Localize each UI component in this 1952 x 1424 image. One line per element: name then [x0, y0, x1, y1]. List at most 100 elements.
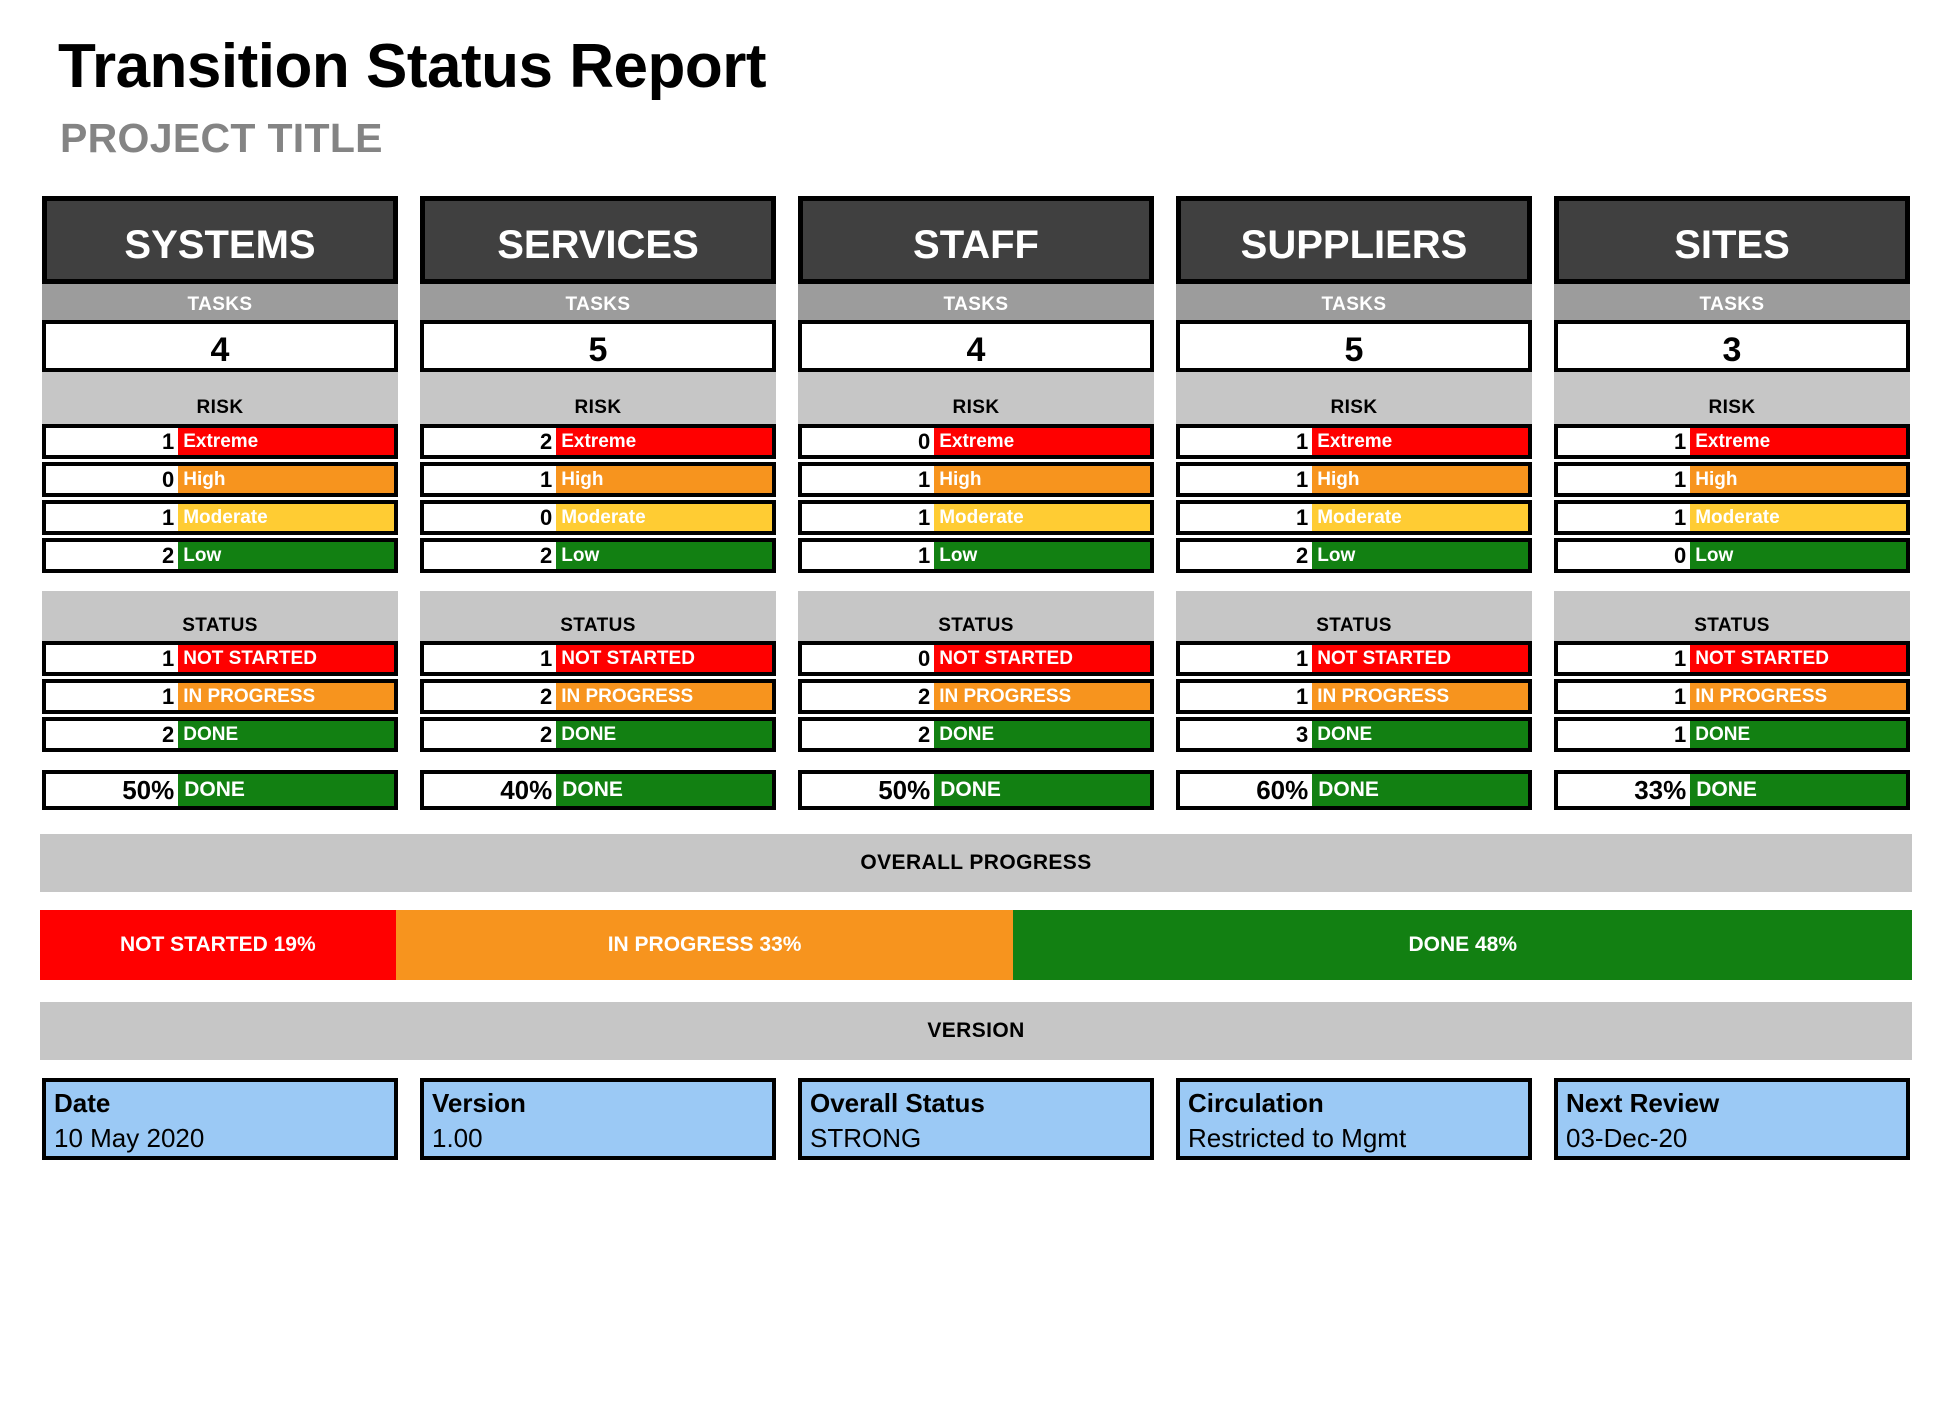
risk-label: High: [1312, 466, 1528, 494]
risk-band-systems: RISK: [42, 372, 398, 425]
footer-label: Date: [54, 1088, 111, 1119]
status-row-systems-not-started: 1 NOT STARTED: [42, 641, 398, 677]
risk-label: Low: [178, 542, 394, 570]
risk-count: 1: [1180, 466, 1313, 494]
status-count: 1: [46, 645, 179, 673]
risk-row-sites-moderate: 1 Moderate: [1554, 500, 1910, 536]
risk-row-systems-high: 0 High: [42, 462, 398, 498]
risk-label: Moderate: [934, 504, 1150, 532]
status-count: 2: [46, 721, 179, 749]
risk-row-staff-high: 1 High: [798, 462, 1154, 498]
risk-row-services-moderate: 0 Moderate: [420, 500, 776, 536]
risk-label: Extreme: [556, 428, 772, 456]
tasks-band-suppliers: TASKS: [1176, 284, 1532, 321]
status-column-services: SERVICES TASKS 5 RISK 2 Extreme 1 High 0 Moderate…: [420, 196, 776, 811]
status-label: DONE: [178, 721, 394, 749]
risk-count: 2: [424, 542, 557, 570]
risk-label: Extreme: [178, 428, 394, 456]
status-label: IN PROGRESS: [178, 683, 394, 711]
risk-count: 2: [1180, 542, 1313, 570]
status-column-systems: SYSTEMS TASKS 4 RISK 1 Extreme 0 High 1 Moderate 2…: [42, 196, 398, 811]
status-count: 2: [424, 683, 557, 711]
risk-label: Moderate: [1312, 504, 1528, 532]
risk-row-systems-extreme: 1 Extreme: [42, 424, 398, 460]
status-count: 2: [802, 721, 935, 749]
risk-label: Low: [1312, 542, 1528, 570]
status-label: DONE: [1312, 721, 1528, 749]
status-label: IN PROGRESS: [934, 683, 1150, 711]
status-row-sites-not-started: 1 NOT STARTED: [1554, 641, 1910, 677]
percent-done-value: 50%: [802, 774, 935, 807]
status-columns: SYSTEMS TASKS 4 RISK 1 Extreme 0 High 1 Moderate 2…: [40, 196, 1912, 811]
status-row-staff-not-started: 0 NOT STARTED: [798, 641, 1154, 677]
footer-value: Restricted to Mgmt: [1188, 1123, 1407, 1154]
risk-row-services-extreme: 2 Extreme: [420, 424, 776, 460]
percent-done-label: DONE: [1690, 774, 1906, 807]
risk-row-suppliers-moderate: 1 Moderate: [1176, 500, 1532, 536]
status-column-staff: STAFF TASKS 4 RISK 0 Extreme 1 High 1 Moderate 1 Lo…: [798, 196, 1154, 811]
risk-count: 1: [802, 466, 935, 494]
page-subtitle: PROJECT TITLE: [60, 115, 383, 162]
risk-count: 2: [46, 542, 179, 570]
overall-progress-label: OVERALL PROGRESS: [40, 834, 1912, 893]
percent-done-label: DONE: [1312, 774, 1528, 807]
progress-segment-2: DONE 48%: [1013, 910, 1913, 981]
status-label: NOT STARTED: [556, 645, 772, 673]
status-row-sites-in-progress: 1 IN PROGRESS: [1554, 679, 1910, 715]
tasks-band-systems: TASKS: [42, 284, 398, 321]
footer-value: 03-Dec-20: [1566, 1123, 1688, 1154]
risk-label: High: [934, 466, 1150, 494]
risk-band-suppliers: RISK: [1176, 372, 1532, 425]
status-row-suppliers-in-progress: 1 IN PROGRESS: [1176, 679, 1532, 715]
footer-box-version: Version 1.00: [420, 1078, 776, 1161]
risk-row-sites-high: 1 High: [1554, 462, 1910, 498]
percent-done-label: DONE: [556, 774, 772, 807]
status-label: NOT STARTED: [1312, 645, 1528, 673]
percent-done-row-services: 40% DONE: [420, 770, 776, 811]
risk-label: Low: [556, 542, 772, 570]
overall-progress-bar: NOT STARTED 19% IN PROGRESS 33% DONE 48%: [40, 910, 1913, 981]
status-count: 1: [1558, 683, 1691, 711]
status-report-page: Transition Status Report PROJECT TITLE S…: [0, 0, 1952, 1424]
title-block: Transition Status Report PROJECT TITLE: [40, 0, 1912, 162]
page-title: Transition Status Report: [58, 32, 766, 101]
status-label: IN PROGRESS: [556, 683, 772, 711]
risk-row-suppliers-high: 1 High: [1176, 462, 1532, 498]
risk-count: 1: [1180, 504, 1313, 532]
status-row-services-in-progress: 2 IN PROGRESS: [420, 679, 776, 715]
status-row-systems-done: 2 DONE: [42, 717, 398, 753]
risk-row-services-high: 1 High: [420, 462, 776, 498]
footer-value: 10 May 2020: [54, 1123, 205, 1154]
progress-segment-0: NOT STARTED 19%: [40, 910, 396, 981]
risk-row-systems-moderate: 1 Moderate: [42, 500, 398, 536]
footer-box-overall-status: Overall Status STRONG: [798, 1078, 1154, 1161]
tasks-band-services: TASKS: [420, 284, 776, 321]
risk-row-sites-extreme: 1 Extreme: [1554, 424, 1910, 460]
risk-label: Moderate: [556, 504, 772, 532]
progress-segment-1: IN PROGRESS 33%: [395, 910, 1014, 981]
percent-done-value: 40%: [424, 774, 557, 807]
status-column-sites: SITES TASKS 3 RISK 1 Extreme 1 High 1 Moderate 0 Lo…: [1554, 196, 1910, 811]
risk-row-staff-moderate: 1 Moderate: [798, 500, 1154, 536]
status-label: NOT STARTED: [178, 645, 394, 673]
status-row-services-not-started: 1 NOT STARTED: [420, 641, 776, 677]
risk-count: 1: [1558, 466, 1691, 494]
footer-label: Next Review: [1566, 1088, 1720, 1119]
version-label: VERSION: [40, 1002, 1912, 1061]
status-row-sites-done: 1 DONE: [1554, 717, 1910, 753]
risk-band-services: RISK: [420, 372, 776, 425]
footer-value: STRONG: [810, 1123, 922, 1154]
status-count: 1: [1180, 645, 1313, 673]
status-row-suppliers-not-started: 1 NOT STARTED: [1176, 641, 1532, 677]
risk-row-suppliers-low: 2 Low: [1176, 538, 1532, 574]
risk-label: Low: [934, 542, 1150, 570]
footer-box-next-review: Next Review 03-Dec-20: [1554, 1078, 1910, 1161]
risk-label: High: [556, 466, 772, 494]
footer-label: Circulation: [1188, 1088, 1324, 1119]
status-label: DONE: [934, 721, 1150, 749]
percent-done-label: DONE: [934, 774, 1150, 807]
